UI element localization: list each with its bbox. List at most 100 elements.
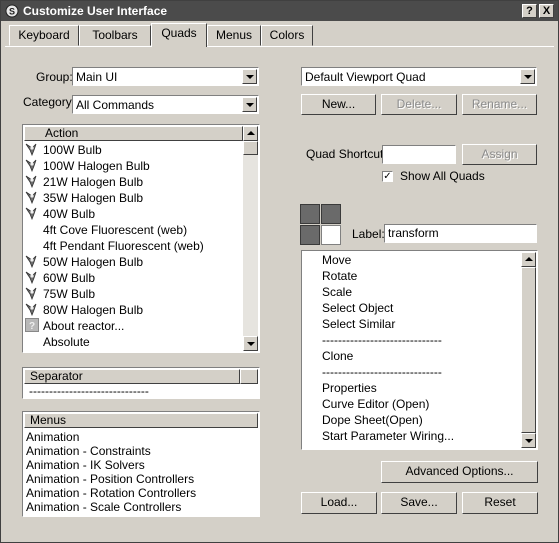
blank-icon	[25, 238, 39, 252]
quad-menu-item[interactable]: ------------------------------	[322, 332, 442, 348]
action-list[interactable]: Action 100W Bulb 100W Halogen Bulb 21W Hal…	[22, 124, 260, 353]
quad-menu-item[interactable]: Start Parameter Wiring...	[322, 428, 454, 444]
reset-button[interactable]: Reset	[462, 492, 538, 514]
title-bar[interactable]: S Customize User Interface ? X	[1, 1, 558, 21]
action-list-item[interactable]: 35W Halogen Bulb	[25, 190, 143, 206]
menus-list-item-label: Animation - Scale Controllers	[26, 500, 182, 514]
action-list-item[interactable]: 4ft Cove Fluorescent (web)	[25, 222, 187, 238]
separator-item[interactable]: ------------------------------	[29, 383, 149, 398]
action-list-scrollbar[interactable]	[243, 126, 258, 351]
menus-column-header[interactable]: Menus	[24, 413, 258, 428]
app-icon: S	[5, 4, 19, 18]
quad-selector[interactable]	[300, 204, 342, 246]
assign-button[interactable]: Assign	[462, 144, 537, 165]
quad-menu-item[interactable]: Select Similar	[322, 316, 395, 332]
scroll-thumb[interactable]	[243, 141, 258, 155]
bulb-icon	[25, 254, 39, 269]
action-column-header[interactable]: Action	[24, 126, 243, 141]
tab-toolbars[interactable]: Toolbars	[79, 25, 151, 46]
action-list-item[interactable]: 100W Halogen Bulb	[25, 158, 150, 174]
action-list-item-label: 75W Bulb	[43, 287, 96, 301]
scroll-up-icon[interactable]	[243, 126, 258, 141]
separator-column-header[interactable]: Separator	[24, 369, 240, 384]
quad-menu-item[interactable]: Dope Sheet(Open)	[322, 412, 423, 428]
rename-quad-button[interactable]: Rename...	[462, 94, 537, 115]
action-list-item[interactable]: 80W Halogen Bulb	[25, 302, 143, 318]
category-dropdown[interactable]: All Commands	[72, 95, 259, 114]
advanced-options-button[interactable]: Advanced Options...	[381, 461, 538, 483]
svg-text:S: S	[9, 7, 15, 17]
quad-menu-item-label: Curve Editor (Open)	[322, 397, 430, 411]
scroll-down-icon[interactable]	[243, 336, 258, 351]
customize-ui-dialog: S Customize User Interface ? X Keyboard …	[0, 0, 559, 543]
load-button[interactable]: Load...	[301, 492, 377, 514]
quad-menu-item[interactable]: Clone	[322, 348, 353, 364]
quad-menu-item[interactable]: Select Object	[322, 300, 393, 316]
quad-bottom-right[interactable]	[321, 225, 341, 245]
quad-items-list[interactable]: Move Rotate Scale Select Object Select Simil…	[301, 250, 538, 450]
quad-menu-item-label: Rotate	[322, 269, 358, 283]
scroll-down-icon[interactable]	[521, 433, 536, 448]
action-list-item[interactable]: 100W Bulb	[25, 142, 102, 158]
tab-quads[interactable]: Quads	[151, 23, 207, 47]
quad-menu-item[interactable]: Scale	[322, 284, 352, 300]
quad-menu-item[interactable]: Rotate	[322, 268, 357, 284]
menus-list-item-label: Animation	[26, 430, 80, 444]
action-list-item[interactable]: 40W Bulb	[25, 206, 95, 222]
quad-set-value: Default Viewport Quad	[305, 70, 426, 84]
menus-list[interactable]: Menus Animation Animation - Constraints An…	[22, 411, 260, 517]
quad-label-input[interactable]: transform	[384, 224, 537, 243]
separator-list[interactable]: Separator ------------------------------	[22, 367, 260, 399]
action-list-item[interactable]: 4ft Pendant Fluorescent (web)	[25, 238, 204, 254]
bulb-icon	[25, 286, 39, 301]
action-list-item[interactable]: Absolute	[25, 334, 90, 350]
chevron-down-icon[interactable]	[520, 69, 535, 84]
scroll-thumb[interactable]	[521, 267, 536, 433]
quad-shortcut-input[interactable]	[382, 145, 456, 164]
quad-menu-item[interactable]: ------------------------------	[322, 364, 442, 380]
action-list-item[interactable]: 75W Bulb	[25, 286, 95, 302]
quad-menu-item[interactable]: Curve Editor (Open)	[322, 396, 429, 412]
menus-list-item-label: Animation - IK Solvers	[26, 458, 145, 472]
show-all-quads-checkbox[interactable]: ✓	[382, 171, 393, 182]
delete-quad-button[interactable]: Delete...	[381, 94, 457, 115]
action-list-item[interactable]: ? About reactor...	[25, 318, 124, 334]
quads-panel: Group: Main UI Category: All Commands Ac…	[5, 46, 554, 539]
save-button[interactable]: Save...	[381, 492, 457, 514]
action-list-item-label: 21W Halogen Bulb	[43, 175, 144, 189]
quad-top-left[interactable]	[300, 204, 320, 224]
close-button[interactable]: X	[539, 4, 554, 18]
menus-list-item[interactable]: Animation - Scale Controllers	[26, 499, 181, 515]
reactor-icon: ?	[25, 318, 39, 332]
quad-top-right[interactable]	[321, 204, 341, 224]
chevron-down-icon[interactable]	[242, 69, 257, 84]
quad-bottom-left[interactable]	[300, 225, 320, 245]
action-list-item-label: 60W Bulb	[43, 271, 96, 285]
menus-list-item-label: Animation - Rotation Controllers	[26, 486, 197, 500]
action-list-item[interactable]: 50W Halogen Bulb	[25, 254, 143, 270]
quad-set-dropdown[interactable]: Default Viewport Quad	[301, 67, 537, 86]
scroll-up-icon[interactable]	[521, 252, 536, 267]
action-list-item-label: About reactor...	[43, 319, 125, 333]
group-dropdown[interactable]: Main UI	[72, 67, 259, 86]
action-list-item[interactable]: 21W Halogen Bulb	[25, 174, 143, 190]
new-quad-button[interactable]: New...	[301, 94, 376, 115]
quad-menu-item-label: Select Object	[322, 301, 394, 315]
help-button[interactable]: ?	[522, 4, 537, 18]
chevron-down-icon[interactable]	[242, 97, 257, 112]
tab-keyboard[interactable]: Keyboard	[9, 25, 79, 46]
quad-menu-item-label: ------------------------------	[322, 365, 442, 379]
tab-menus[interactable]: Menus	[207, 25, 261, 46]
group-label: Group:	[36, 70, 73, 84]
action-list-item[interactable]: 60W Bulb	[25, 270, 95, 286]
quad-menu-item-label: Start Parameter Wiring...	[322, 429, 455, 443]
bulb-icon	[25, 190, 39, 205]
tab-colors[interactable]: Colors	[261, 25, 313, 46]
quad-menu-item-label: Scale	[322, 285, 353, 299]
quad-menu-item[interactable]: Move	[322, 252, 351, 268]
action-list-item-label: 4ft Pendant Fluorescent (web)	[43, 239, 204, 253]
action-list-item-label: Absolute	[43, 335, 90, 349]
svg-text:?: ?	[29, 321, 35, 332]
quad-items-scrollbar[interactable]	[521, 252, 536, 448]
quad-menu-item[interactable]: Properties	[322, 380, 377, 396]
